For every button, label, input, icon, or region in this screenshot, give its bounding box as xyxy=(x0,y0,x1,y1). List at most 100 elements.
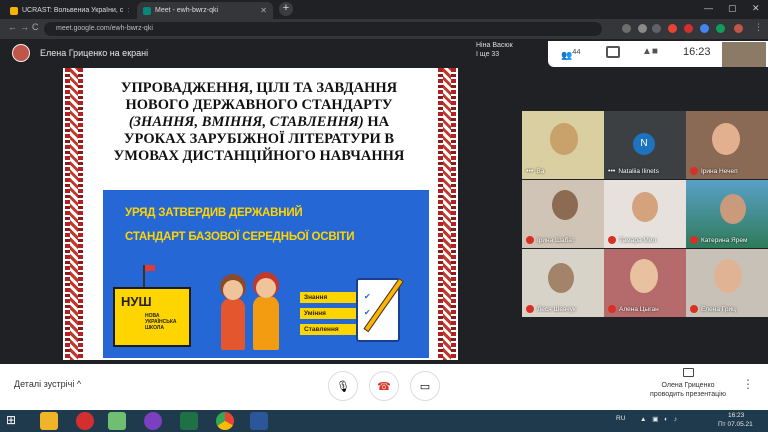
system-tray-icons[interactable]: ▲ ▣ ◐ ♪ xyxy=(640,415,710,423)
tab-label: UCRAST: Вольвениа України, с xyxy=(22,7,124,14)
participant-name-text: Леся Шевчук xyxy=(537,305,576,313)
microphone-button[interactable]: 🎙 xyxy=(328,371,358,401)
speaking-icon: ••• xyxy=(608,168,616,175)
participant-name-text: Nataliia Ilinets xyxy=(618,168,659,175)
chevron-up-icon: ^ xyxy=(76,379,82,389)
checklist-item: Уміння xyxy=(300,308,356,319)
participant-tile[interactable]: N ••• Nataliia Ilinets xyxy=(604,111,686,179)
self-view[interactable] xyxy=(722,42,766,67)
taskbar-date: Пт 07.05.21 xyxy=(718,421,753,428)
participant-video xyxy=(632,192,658,222)
participant-name-text: Алена Цыган xyxy=(619,305,659,313)
close-window-icon[interactable]: ✕ xyxy=(752,3,760,14)
participant-name: Елена Гриц xyxy=(690,305,736,313)
excel-icon[interactable] xyxy=(180,412,198,430)
participant-tile[interactable]: Тамара Мил xyxy=(604,180,686,248)
back-icon[interactable]: ← xyxy=(8,22,17,32)
participant-tile[interactable]: Елена Гриц xyxy=(686,249,768,317)
close-tab-icon[interactable]: ✕ xyxy=(260,6,267,15)
camera-indicator-icon[interactable] xyxy=(622,24,631,33)
presenting-label: проводить презентацію xyxy=(650,391,726,398)
activities-icon[interactable]: ▲■ xyxy=(642,46,658,57)
language-indicator[interactable]: RU xyxy=(616,415,625,422)
star-icon[interactable] xyxy=(652,24,661,33)
chat-icon[interactable] xyxy=(606,46,620,58)
meet-favicon-icon xyxy=(143,6,151,15)
word-icon[interactable] xyxy=(250,412,268,430)
tab-meet[interactable]: Meet - ewh-bwrz-qki ✕ xyxy=(137,2,273,19)
participant-name: Катерина Ярем xyxy=(690,236,747,244)
muted-icon xyxy=(526,236,534,244)
more-options-icon[interactable]: ⋮ xyxy=(742,377,754,391)
end-call-button[interactable]: ☎ xyxy=(369,371,399,401)
standard-banner: УРЯД ЗАТВЕРДИВ ДЕРЖАВНИЙ СТАНДАРТ БАЗОВО… xyxy=(103,190,429,358)
windows-start-icon[interactable]: ⊞ xyxy=(6,413,20,427)
url-field[interactable]: meet.google.com/ewh-bwrz-qki xyxy=(44,22,602,36)
participant-video xyxy=(550,123,578,155)
tab-label: Meet - ewh-bwrz-qki xyxy=(155,7,219,14)
presenting-status: Олена Гриценко проводить презентацію xyxy=(638,381,738,399)
forward-icon[interactable]: → xyxy=(20,22,29,32)
meeting-time: 16:23 xyxy=(683,46,711,58)
muted-icon xyxy=(690,305,698,313)
checklist-item: Ставлення xyxy=(300,324,356,335)
participant-name-text: Елена Гриц xyxy=(701,305,736,313)
participant-tile[interactable]: Алена Цыган xyxy=(604,249,686,317)
participant-name: ••• Nataliia Ilinets xyxy=(608,168,659,175)
title-line: НОВОГО ДЕРЖАВНОГО СТАНДАРТУ xyxy=(125,97,393,113)
opera-icon[interactable] xyxy=(76,412,94,430)
participant-tile[interactable]: Ірина Шабат xyxy=(522,180,604,248)
minimize-icon[interactable]: — xyxy=(704,3,713,13)
presented-slide: УПРОВАДЖЕННЯ, ЦІЛІ ТА ЗАВДАННЯ НОВОГО ДЕ… xyxy=(63,68,458,360)
viber-icon[interactable] xyxy=(144,412,162,430)
participant-tile[interactable]: Ірина Нечеп xyxy=(686,111,768,179)
extension-icon[interactable] xyxy=(668,24,677,33)
participant-video xyxy=(712,123,740,155)
title-line: УРОКАХ ЗАРУБІЖНОЇ ЛІТЕРАТУРИ В xyxy=(123,131,395,147)
participant-name-text: Ірина Шабат xyxy=(537,236,575,244)
speaker-name: Ніна Васюк xyxy=(476,42,513,49)
logo-text: НУШ xyxy=(121,294,152,309)
extension-icon[interactable] xyxy=(700,24,709,33)
presenting-name: Олена Гриценко xyxy=(661,382,715,389)
participant-name-text: Тамара Мил xyxy=(619,236,657,244)
participant-tile[interactable]: Леся Шевчук xyxy=(522,249,604,317)
extension-icon[interactable] xyxy=(716,24,725,33)
participant-tile[interactable]: Катерина Ярем xyxy=(686,180,768,248)
presenter-avatar xyxy=(12,44,30,62)
participant-name: Ірина Шабат xyxy=(526,236,575,244)
nush-logo: НУШ НОВА УКРАЇНСЬКА ШКОЛА xyxy=(113,287,191,347)
present-screen-icon[interactable] xyxy=(683,368,694,377)
participant-grid: ••• Ва N ••• Nataliia Ilinets Ірина Нечеп … xyxy=(520,108,768,318)
meeting-details-button[interactable]: Деталі зустрічі ^ xyxy=(14,379,81,389)
title-line-italic: (ЗНАННЯ, ВМІННЯ, СТАВЛЕННЯ) xyxy=(128,114,364,130)
participant-tile[interactable]: ••• Ва xyxy=(522,111,604,179)
participant-name-text: Ва xyxy=(536,168,545,175)
key-icon[interactable] xyxy=(638,24,647,33)
ornament-left xyxy=(65,68,83,360)
banner-line: УРЯД ЗАТВЕРДИВ ДЕРЖАВНИЙ xyxy=(125,207,303,219)
slide-title: УПРОВАДЖЕННЯ, ЦІЛІ ТА ЗАВДАННЯ НОВОГО ДЕ… xyxy=(99,80,419,165)
checklist-item: Знання xyxy=(300,292,356,303)
muted-icon xyxy=(690,167,698,175)
participant-video xyxy=(630,259,658,293)
participants-button[interactable]: 👥44 xyxy=(561,47,581,61)
maximize-icon[interactable]: ▢ xyxy=(728,3,737,14)
chrome-icon[interactable] xyxy=(216,412,234,430)
extension-icon[interactable] xyxy=(684,24,693,33)
reload-icon[interactable]: C xyxy=(32,22,39,32)
camera-button[interactable]: ▭ xyxy=(410,371,440,401)
new-tab-button[interactable]: + xyxy=(279,2,293,16)
tab-ucrast[interactable]: UCRAST: Вольвениа України, с ✕ xyxy=(4,2,129,19)
title-line: УПРОВАДЖЕННЯ, ЦІЛІ ТА ЗАВДАННЯ xyxy=(120,80,398,96)
participants-count: 44 xyxy=(572,47,581,56)
participant-name: Ірина Нечеп xyxy=(690,167,738,175)
media-player-icon[interactable] xyxy=(108,412,126,430)
participant-initial-avatar: N xyxy=(633,133,655,155)
file-explorer-icon[interactable] xyxy=(40,412,58,430)
menu-icon[interactable]: ⋮ xyxy=(754,22,763,33)
logo-subtext: НОВА УКРАЇНСЬКА ШКОЛА xyxy=(145,313,177,331)
close-tab-icon[interactable]: ✕ xyxy=(127,6,129,15)
profile-avatar-icon[interactable] xyxy=(734,24,743,33)
participant-name: ••• Ва xyxy=(526,168,544,175)
